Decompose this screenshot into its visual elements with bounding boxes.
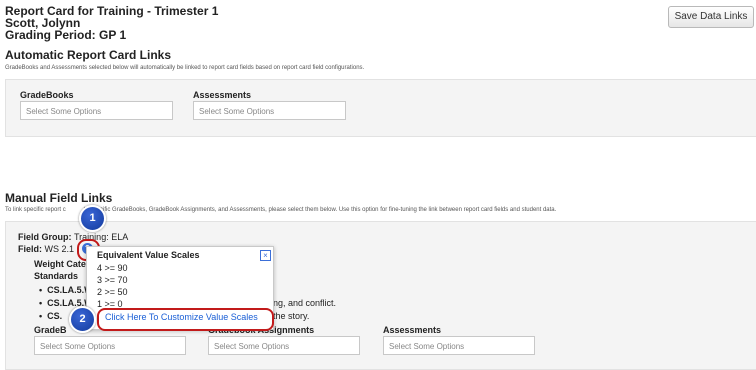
callout-2: 2 [69,306,96,333]
standard-text: the story. [273,311,310,321]
manual-gradebooks-label: GradeB [34,325,67,335]
manual-assessments-label: Assessments [383,325,442,335]
manual-gradebooks-select[interactable]: Select Some Options [34,336,186,355]
popup-title: Equivalent Value Scales [97,250,200,260]
auto-links-description: GradeBooks and Assessments selected belo… [5,65,365,71]
gradebooks-label: GradeBooks [20,90,74,100]
weight-category-label: Weight Categ [34,259,92,269]
auto-links-panel: GradeBooks Select Some Options Assessmen… [5,79,756,137]
scale-item: 2 >= 50 [97,287,128,297]
field-label: Field: [18,244,42,254]
scale-item: 4 >= 90 [97,263,128,273]
callout-1: 1 [79,205,106,232]
grading-period: Grading Period: GP 1 [5,28,127,42]
manual-links-title: Manual Field Links [5,191,113,205]
close-icon[interactable]: × [260,250,271,261]
standard-item: • CS. [39,311,63,321]
standard-text: ng, and conflict. [273,298,337,308]
manual-links-description-end: to specific GradeBooks, GradeBook Assign… [83,207,557,213]
assessments-select[interactable]: Select Some Options [193,101,346,120]
standards-label: Standards [34,271,79,281]
field-group: Field Group: Training: ELA [18,232,128,242]
gradebook-assignments-select[interactable]: Select Some Options [208,336,360,355]
gradebooks-select[interactable]: Select Some Options [20,101,173,120]
save-data-links-button[interactable]: Save Data Links [668,6,754,28]
field-group-label: Field Group: [18,232,72,242]
auto-links-title: Automatic Report Card Links [5,48,172,62]
manual-links-description-start: To link specific report c [5,207,66,213]
manual-assessments-select[interactable]: Select Some Options [383,336,535,355]
standard-code: CS. [47,311,63,321]
assessments-label: Assessments [193,90,252,100]
field: Field: WS 2.1 [18,244,74,254]
customize-value-scales-link[interactable]: Click Here To Customize Value Scales [105,312,258,322]
standard-item: • CS.LA.5.W [39,285,93,295]
scale-item: 3 >= 70 [97,275,128,285]
field-value: WS 2.1 [44,244,75,254]
